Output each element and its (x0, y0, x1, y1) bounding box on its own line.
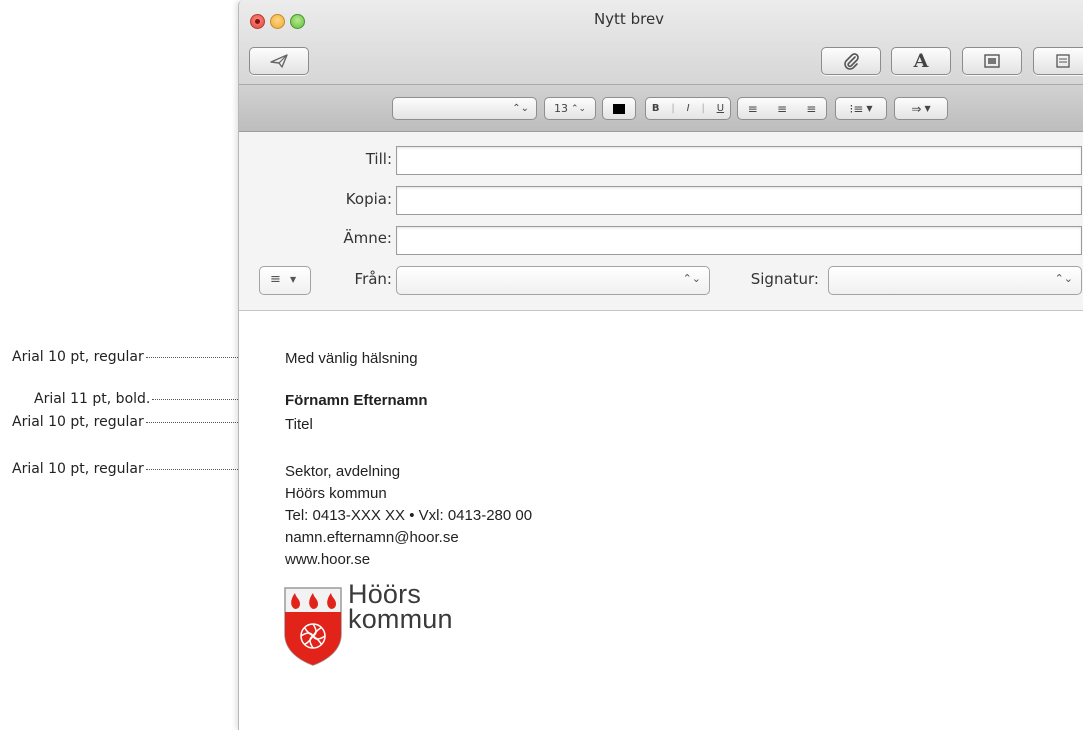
select-arrows-icon: ⌃⌄ (570, 103, 587, 114)
signature-website[interactable]: www.hoor.se (285, 549, 532, 571)
indent-menu-button[interactable]: ⇒ ▼ (894, 97, 948, 120)
italic-button[interactable]: I (687, 103, 690, 114)
signature-contact-block: Sektor, avdelning Höörs kommun Tel: 0413… (285, 461, 532, 571)
select-arrows-icon: ⌃⌄ (1054, 272, 1073, 285)
hoor-coat-of-arms-icon (284, 587, 342, 666)
chevron-down-icon: ▼ (866, 104, 873, 113)
message-headers: Till: Kopia: Ämne: ≡ ▼ Från: ⌃⌄ Signatur… (239, 132, 1083, 311)
signature-department: Sektor, avdelning (285, 463, 401, 480)
font-family-select[interactable]: ⌃⌄ (392, 97, 537, 120)
annotation-text: Arial 10 pt, regular (12, 414, 144, 430)
signature-phone: Tel: 0413-XXX XX • Vxl: 0413-280 00 (285, 507, 533, 524)
cc-field[interactable] (396, 186, 1082, 215)
color-swatch-icon (613, 103, 625, 114)
from-select[interactable]: ⌃⌄ (396, 266, 710, 295)
select-arrows-icon: ⌃⌄ (512, 103, 529, 114)
signature-title: Titel (285, 416, 313, 433)
chevron-down-icon: ▼ (924, 104, 931, 113)
to-field[interactable] (396, 146, 1082, 175)
font-size-value: 13 (553, 102, 568, 115)
chevron-down-icon: ▼ (290, 275, 297, 284)
hoor-logo (283, 586, 343, 670)
annotation-title: Arial 10 pt, regular (12, 414, 246, 430)
subject-label: Ämne: (343, 229, 392, 247)
leader-dots (145, 356, 246, 358)
list-menu-button[interactable]: ⁝≡ ▼ (835, 97, 887, 120)
indent-arrow-icon: ⇒ (911, 101, 922, 116)
attach-button[interactable] (821, 47, 881, 75)
underline-button[interactable]: U (717, 103, 724, 114)
greeting-text: Med vänlig hälsning (285, 350, 418, 367)
leader-dots (145, 421, 246, 423)
align-center-icon[interactable]: ≡ (777, 102, 787, 116)
format-bar: ⌃⌄ 13 ⌃⌄ B | I | U ≡ ≡ ≡ ⁝≡ ▼ ⇒ ▼ (239, 85, 1083, 132)
signature-name: Förnamn Efternamn (285, 392, 428, 409)
signature-label: Signatur: (750, 270, 819, 288)
photo-browser-button[interactable] (962, 47, 1022, 75)
leader-dots (145, 468, 246, 470)
window-title: Nytt brev (593, 10, 665, 28)
subject-field[interactable] (396, 226, 1082, 255)
list-menu-icon: ≡ (270, 272, 281, 287)
signature-select[interactable]: ⌃⌄ (828, 266, 1082, 295)
annotation-address: Arial 10 pt, regular (12, 461, 246, 477)
stationery-button[interactable] (1033, 47, 1083, 75)
logo-wordmark: Höörs kommun (348, 581, 453, 634)
bold-button[interactable]: B (652, 103, 660, 114)
separator: | (701, 103, 705, 114)
annotation-greeting: Arial 10 pt, regular (12, 349, 246, 365)
cc-label: Kopia: (345, 190, 392, 208)
stationery-icon (1056, 54, 1070, 68)
annotation-text: Arial 11 pt, bold. (34, 391, 151, 407)
logo-line-2: kommun (348, 604, 453, 634)
select-arrows-icon: ⌃⌄ (682, 272, 701, 285)
font-a-icon: A (913, 50, 929, 72)
from-label: Från: (354, 270, 392, 288)
signature-email[interactable]: namn.efternamn@hoor.se (285, 527, 532, 549)
paperclip-icon (844, 53, 859, 70)
signature-organization: Höörs kommun (285, 485, 387, 502)
photo-browser-icon (984, 54, 1000, 68)
to-label: Till: (365, 150, 392, 168)
annotation-text: Arial 10 pt, regular (12, 461, 144, 477)
font-size-select[interactable]: 13 ⌃⌄ (544, 97, 596, 120)
paper-plane-icon (270, 54, 288, 68)
annotation-name: Arial 11 pt, bold. (34, 391, 245, 407)
annotation-text: Arial 10 pt, regular (12, 349, 144, 365)
show-fonts-button[interactable]: A (891, 47, 951, 75)
text-color-button[interactable] (602, 97, 636, 120)
title-bar: Nytt brev A (239, 0, 1083, 85)
align-left-icon[interactable]: ≡ (748, 102, 758, 116)
text-style-group: B | I | U (645, 97, 731, 120)
align-right-icon[interactable]: ≡ (806, 102, 816, 116)
send-button[interactable] (249, 47, 309, 75)
alignment-group: ≡ ≡ ≡ (737, 97, 827, 120)
separator: | (671, 103, 675, 114)
leader-dots (152, 398, 245, 400)
header-options-button[interactable]: ≡ ▼ (259, 266, 311, 295)
bullet-list-icon: ⁝≡ (849, 101, 864, 116)
